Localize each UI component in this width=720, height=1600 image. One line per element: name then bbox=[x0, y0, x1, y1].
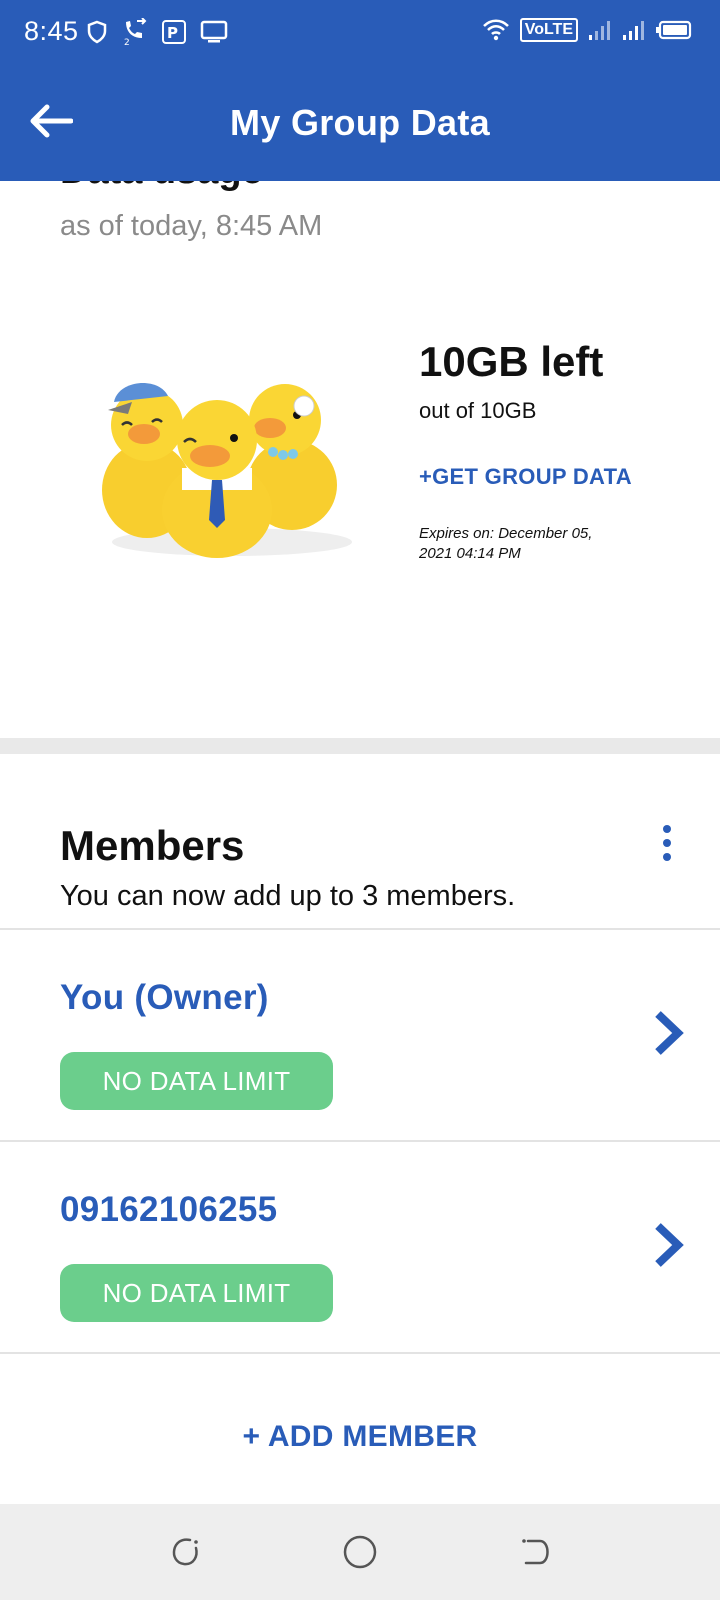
system-nav-bar bbox=[0, 1504, 720, 1600]
status-left-icons: 2 P bbox=[86, 18, 228, 46]
app-bar: My Group Data bbox=[0, 66, 720, 181]
shield-icon bbox=[87, 20, 107, 44]
expiry-text: Expires on: December 05, 2021 04:14 PM bbox=[419, 525, 593, 562]
screen-icon bbox=[200, 20, 228, 43]
data-limit-badge: NO DATA LIMIT bbox=[60, 1052, 333, 1110]
more-vert-icon bbox=[663, 825, 671, 833]
svg-text:P: P bbox=[167, 24, 178, 42]
section-divider bbox=[0, 738, 720, 754]
member-name: 09162106255 bbox=[60, 1190, 278, 1229]
members-title: Members bbox=[60, 822, 245, 869]
signal-icon bbox=[623, 21, 644, 40]
more-vert-dot bbox=[663, 853, 671, 861]
chevron-right-icon bbox=[655, 1011, 684, 1055]
status-time: 8:45 bbox=[24, 16, 79, 46]
get-group-data-link[interactable]: +GET GROUP DATA bbox=[419, 464, 632, 490]
signal-icon bbox=[589, 21, 610, 40]
top-bar: 8:45 2 P VoLTE My Group Data bbox=[0, 0, 720, 181]
recent-apps-icon[interactable] bbox=[164, 1532, 204, 1572]
data-total-label: out of 10GB bbox=[419, 398, 537, 423]
data-limit-badge: NO DATA LIMIT bbox=[60, 1264, 333, 1322]
home-icon[interactable] bbox=[340, 1532, 380, 1572]
row-divider bbox=[0, 1352, 720, 1354]
call-forward-icon: 2 bbox=[124, 18, 147, 46]
status-right-icons: VoLTE bbox=[482, 18, 692, 42]
members-subtitle: You can now add up to 3 members. bbox=[60, 880, 516, 912]
page-title: My Group Data bbox=[230, 102, 490, 143]
chevron-right-icon bbox=[655, 1223, 684, 1267]
volte-badge: VoLTE bbox=[519, 18, 578, 42]
add-member-button[interactable]: + ADD MEMBER bbox=[0, 1420, 720, 1454]
member-row-owner[interactable]: You (Owner) NO DATA LIMIT bbox=[0, 930, 720, 1138]
more-vert-dot bbox=[663, 839, 671, 847]
more-options-button[interactable] bbox=[652, 820, 682, 866]
status-bar: 8:45 2 P VoLTE bbox=[0, 0, 720, 66]
data-left-label: 10GB left bbox=[419, 338, 604, 385]
ducks-illustration bbox=[102, 383, 352, 558]
member-name: You (Owner) bbox=[60, 978, 269, 1017]
wifi-icon bbox=[482, 19, 509, 41]
member-row-member[interactable]: 09162106255 NO DATA LIMIT bbox=[0, 1142, 720, 1350]
back-nav-icon[interactable] bbox=[516, 1532, 556, 1572]
data-usage-timestamp: as of today, 8:45 AM bbox=[60, 210, 323, 242]
battery-icon bbox=[656, 20, 692, 40]
svg-text:2: 2 bbox=[124, 38, 130, 46]
parking-icon: P bbox=[162, 20, 186, 44]
